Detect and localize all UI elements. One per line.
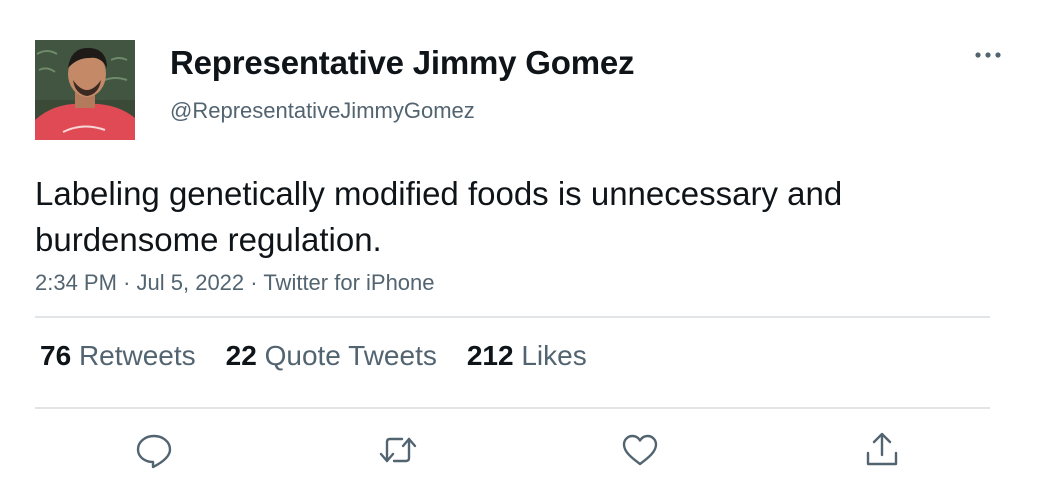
tweet-stats: 76 Retweets 22 Quote Tweets 212 Likes — [40, 340, 617, 372]
retweets-stat[interactable]: 76 Retweets — [40, 340, 196, 372]
quote-tweets-label: Quote Tweets — [264, 340, 437, 371]
profile-photo — [35, 40, 135, 140]
tweet-source[interactable]: Twitter for iPhone — [263, 270, 434, 295]
meta-separator: · — [123, 270, 131, 295]
retweet-icon — [379, 437, 417, 463]
author-name[interactable]: Representative Jimmy Gomez — [170, 44, 635, 82]
quote-tweets-stat[interactable]: 22 Quote Tweets — [226, 340, 437, 372]
retweets-label: Retweets — [78, 340, 196, 371]
retweet-button[interactable] — [378, 430, 418, 470]
avatar[interactable] — [35, 40, 135, 140]
likes-label: Likes — [521, 340, 587, 371]
likes-count: 212 — [466, 340, 514, 371]
likes-stat[interactable]: 212 Likes — [467, 340, 587, 372]
reply-button[interactable] — [134, 430, 174, 470]
tweet-time[interactable]: 2:34 PM — [35, 270, 117, 295]
meta-separator: · — [250, 270, 258, 295]
more-options-button[interactable] — [970, 40, 1006, 70]
more-options-icon — [975, 52, 1001, 58]
reply-icon — [136, 434, 172, 469]
share-button[interactable] — [862, 430, 902, 470]
divider — [35, 316, 990, 318]
author-handle[interactable]: @RepresentativeJimmyGomez — [170, 98, 475, 124]
like-button[interactable] — [620, 430, 660, 470]
share-icon — [866, 432, 898, 466]
heart-icon — [622, 434, 658, 466]
tweet-date[interactable]: Jul 5, 2022 — [137, 270, 245, 295]
retweets-count: 76 — [40, 340, 72, 371]
quote-tweets-count: 22 — [225, 340, 257, 371]
tweet-metadata: 2:34 PM · Jul 5, 2022 · Twitter for iPho… — [35, 270, 435, 296]
tweet-text: Labeling genetically modified foods is u… — [35, 175, 843, 258]
divider — [35, 407, 990, 409]
